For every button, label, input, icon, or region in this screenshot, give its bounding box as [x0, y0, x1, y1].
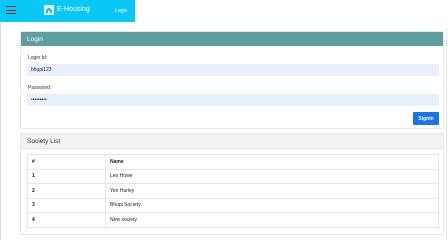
row-number: 2: [27, 183, 106, 199]
login-id-label: Login Id:: [28, 55, 48, 61]
table-header-row: # Name: [27, 154, 439, 170]
password-input[interactable]: [27, 94, 439, 106]
column-header-number: #: [27, 154, 106, 170]
row-name: Bhupi Society: [105, 197, 439, 213]
login-card-title: Login: [21, 32, 443, 46]
society-list-title: Society List: [21, 134, 443, 149]
signin-button[interactable]: Signin: [413, 112, 439, 125]
table-row[interactable]: 4 New society: [27, 212, 439, 228]
row-name: Leo Howe: [105, 168, 439, 184]
column-header-name: Name: [105, 154, 439, 170]
top-navbar: E-Housing Login: [0, 0, 135, 22]
page-left-border: [0, 22, 1, 240]
row-number: 1: [27, 168, 106, 184]
row-name: New society: [105, 212, 439, 228]
row-name: Yen Hurley: [105, 183, 439, 199]
page-right-border: [446, 28, 447, 240]
table-row[interactable]: 2 Yen Hurley: [27, 183, 439, 199]
row-number: 4: [27, 212, 106, 228]
login-card: Login Login Id: Password: Signin: [20, 31, 444, 129]
password-label: Password:: [28, 85, 52, 91]
row-number: 3: [27, 197, 106, 213]
brand-name[interactable]: E-Housing: [57, 6, 90, 13]
house-logo-icon[interactable]: [44, 5, 54, 15]
login-id-input[interactable]: [27, 64, 439, 76]
society-table: # Name 1 Leo Howe 2 Yen Hurley 3 Bhupi S…: [27, 154, 439, 228]
nav-login-link[interactable]: Login: [115, 8, 127, 14]
hamburger-icon[interactable]: [6, 6, 16, 15]
table-row[interactable]: 1 Leo Howe: [27, 168, 439, 184]
society-list-card: Society List # Name 1 Leo Howe 2 Yen Hur…: [20, 133, 444, 235]
table-row[interactable]: 3 Bhupi Society: [27, 197, 439, 213]
